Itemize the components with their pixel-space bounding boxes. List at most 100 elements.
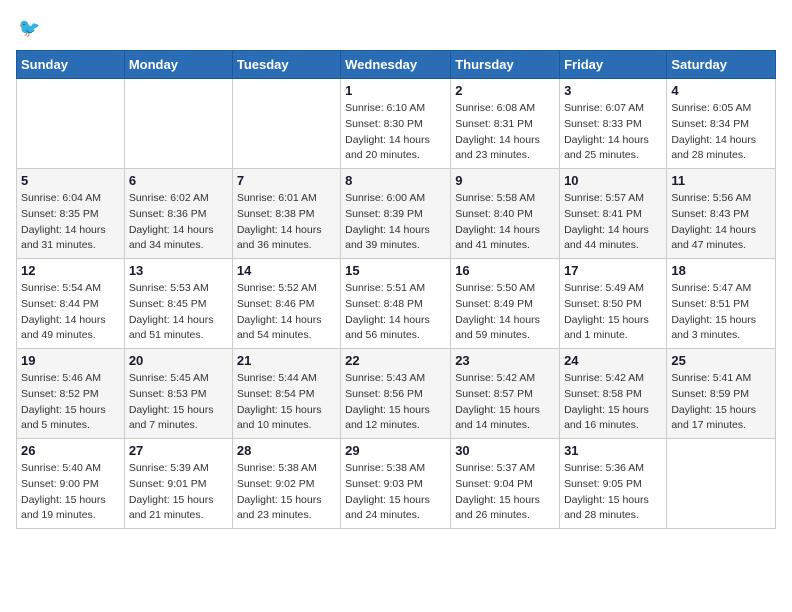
- day-info: Sunrise: 5:49 AM Sunset: 8:50 PM Dayligh…: [564, 281, 662, 344]
- day-number: 10: [564, 173, 662, 188]
- day-info: Sunrise: 6:02 AM Sunset: 8:36 PM Dayligh…: [129, 191, 228, 254]
- day-number: 4: [671, 83, 771, 98]
- calendar-cell: 12 Sunrise: 5:54 AM Sunset: 8:44 PM Dayli…: [17, 259, 125, 349]
- day-info: Sunrise: 5:39 AM Sunset: 9:01 PM Dayligh…: [129, 461, 228, 524]
- calendar-cell: 20Sunrise: 5:45 AM Sunset: 8:53 PM Dayli…: [124, 349, 232, 439]
- calendar-cell: [17, 79, 125, 169]
- day-info: Sunrise: 6:08 AM Sunset: 8:31 PM Dayligh…: [455, 101, 555, 164]
- day-info: Sunrise: 5:40 AM Sunset: 9:00 PM Dayligh…: [21, 461, 120, 524]
- calendar-cell: 30 Sunrise: 5:37 AM Sunset: 9:04 PM Dayli…: [451, 439, 560, 529]
- day-number: 25: [671, 353, 771, 368]
- calendar-week-row: 19Sunrise: 5:46 AM Sunset: 8:52 PM Dayli…: [17, 349, 776, 439]
- day-info: Sunrise: 5:45 AM Sunset: 8:53 PM Dayligh…: [129, 371, 228, 434]
- day-number: 31: [564, 443, 662, 458]
- day-number: 8: [345, 173, 446, 188]
- day-info: Sunrise: 5:51 AM Sunset: 8:48 PM Dayligh…: [345, 281, 446, 344]
- day-info: Sunrise: 5:52 AM Sunset: 8:46 PM Dayligh…: [237, 281, 336, 344]
- day-info: Sunrise: 5:42 AM Sunset: 8:58 PM Dayligh…: [564, 371, 662, 434]
- calendar-cell: [232, 79, 340, 169]
- day-number: 14: [237, 263, 336, 278]
- calendar-cell: 3 Sunrise: 6:07 AM Sunset: 8:33 PM Daylig…: [560, 79, 667, 169]
- calendar-cell: 19Sunrise: 5:46 AM Sunset: 8:52 PM Dayli…: [17, 349, 125, 439]
- day-number: 23: [455, 353, 555, 368]
- calendar-cell: 29 Sunrise: 5:38 AM Sunset: 9:03 PM Dayli…: [341, 439, 451, 529]
- calendar-cell: 15 Sunrise: 5:51 AM Sunset: 8:48 PM Dayli…: [341, 259, 451, 349]
- calendar-cell: 1 Sunrise: 6:10 AM Sunset: 8:30 PM Daylig…: [341, 79, 451, 169]
- calendar-table: SundayMondayTuesdayWednesdayThursdayFrid…: [16, 50, 776, 529]
- day-info: Sunrise: 6:07 AM Sunset: 8:33 PM Dayligh…: [564, 101, 662, 164]
- day-info: Sunrise: 5:41 AM Sunset: 8:59 PM Dayligh…: [671, 371, 771, 434]
- day-number: 3: [564, 83, 662, 98]
- day-info: Sunrise: 5:38 AM Sunset: 9:02 PM Dayligh…: [237, 461, 336, 524]
- calendar-cell: 21 Sunrise: 5:44 AM Sunset: 8:54 PM Dayli…: [232, 349, 340, 439]
- calendar-day-header: Sunday: [17, 51, 125, 79]
- day-info: Sunrise: 5:53 AM Sunset: 8:45 PM Dayligh…: [129, 281, 228, 344]
- calendar-day-header: Wednesday: [341, 51, 451, 79]
- day-number: 11: [671, 173, 771, 188]
- calendar-cell: 23 Sunrise: 5:42 AM Sunset: 8:57 PM Dayli…: [451, 349, 560, 439]
- calendar-cell: 16 Sunrise: 5:50 AM Sunset: 8:49 PM Dayli…: [451, 259, 560, 349]
- calendar-cell: 14 Sunrise: 5:52 AM Sunset: 8:46 PM Dayli…: [232, 259, 340, 349]
- day-info: Sunrise: 5:54 AM Sunset: 8:44 PM Dayligh…: [21, 281, 120, 344]
- page-header: 🐦: [16, 16, 776, 38]
- day-number: 12: [21, 263, 120, 278]
- day-info: Sunrise: 5:43 AM Sunset: 8:56 PM Dayligh…: [345, 371, 446, 434]
- day-info: Sunrise: 5:58 AM Sunset: 8:40 PM Dayligh…: [455, 191, 555, 254]
- day-info: Sunrise: 6:00 AM Sunset: 8:39 PM Dayligh…: [345, 191, 446, 254]
- calendar-cell: 28Sunrise: 5:38 AM Sunset: 9:02 PM Dayli…: [232, 439, 340, 529]
- day-number: 15: [345, 263, 446, 278]
- calendar-day-header: Tuesday: [232, 51, 340, 79]
- calendar-cell: 18Sunrise: 5:47 AM Sunset: 8:51 PM Dayli…: [667, 259, 776, 349]
- calendar-week-row: 12 Sunrise: 5:54 AM Sunset: 8:44 PM Dayli…: [17, 259, 776, 349]
- day-number: 1: [345, 83, 446, 98]
- day-info: Sunrise: 5:57 AM Sunset: 8:41 PM Dayligh…: [564, 191, 662, 254]
- calendar-cell: 17Sunrise: 5:49 AM Sunset: 8:50 PM Dayli…: [560, 259, 667, 349]
- calendar-cell: [124, 79, 232, 169]
- day-number: 30: [455, 443, 555, 458]
- calendar-cell: [667, 439, 776, 529]
- day-number: 16: [455, 263, 555, 278]
- calendar-cell: 6 Sunrise: 6:02 AM Sunset: 8:36 PM Daylig…: [124, 169, 232, 259]
- day-info: Sunrise: 6:04 AM Sunset: 8:35 PM Dayligh…: [21, 191, 120, 254]
- calendar-cell: 11 Sunrise: 5:56 AM Sunset: 8:43 PM Dayli…: [667, 169, 776, 259]
- day-info: Sunrise: 5:36 AM Sunset: 9:05 PM Dayligh…: [564, 461, 662, 524]
- day-number: 26: [21, 443, 120, 458]
- day-number: 24: [564, 353, 662, 368]
- day-number: 29: [345, 443, 446, 458]
- calendar-header-row: SundayMondayTuesdayWednesdayThursdayFrid…: [17, 51, 776, 79]
- day-number: 19: [21, 353, 120, 368]
- calendar-cell: 24 Sunrise: 5:42 AM Sunset: 8:58 PM Dayli…: [560, 349, 667, 439]
- day-number: 6: [129, 173, 228, 188]
- calendar-week-row: 26 Sunrise: 5:40 AM Sunset: 9:00 PM Dayli…: [17, 439, 776, 529]
- calendar-day-header: Saturday: [667, 51, 776, 79]
- logo-bird-icon: 🐦: [18, 19, 40, 37]
- logo: 🐦: [16, 16, 40, 38]
- logo-text: 🐦: [16, 16, 40, 38]
- day-info: Sunrise: 5:38 AM Sunset: 9:03 PM Dayligh…: [345, 461, 446, 524]
- calendar-day-header: Thursday: [451, 51, 560, 79]
- calendar-day-header: Monday: [124, 51, 232, 79]
- day-number: 21: [237, 353, 336, 368]
- day-number: 13: [129, 263, 228, 278]
- day-info: Sunrise: 6:01 AM Sunset: 8:38 PM Dayligh…: [237, 191, 336, 254]
- day-number: 18: [671, 263, 771, 278]
- calendar-week-row: 5 Sunrise: 6:04 AM Sunset: 8:35 PM Daylig…: [17, 169, 776, 259]
- day-info: Sunrise: 5:37 AM Sunset: 9:04 PM Dayligh…: [455, 461, 555, 524]
- day-info: Sunrise: 5:56 AM Sunset: 8:43 PM Dayligh…: [671, 191, 771, 254]
- calendar-cell: 8 Sunrise: 6:00 AM Sunset: 8:39 PM Daylig…: [341, 169, 451, 259]
- day-info: Sunrise: 5:44 AM Sunset: 8:54 PM Dayligh…: [237, 371, 336, 434]
- calendar-cell: 2Sunrise: 6:08 AM Sunset: 8:31 PM Daylig…: [451, 79, 560, 169]
- day-number: 5: [21, 173, 120, 188]
- day-number: 22: [345, 353, 446, 368]
- calendar-cell: 27 Sunrise: 5:39 AM Sunset: 9:01 PM Dayli…: [124, 439, 232, 529]
- calendar-cell: 22 Sunrise: 5:43 AM Sunset: 8:56 PM Dayli…: [341, 349, 451, 439]
- day-info: Sunrise: 6:05 AM Sunset: 8:34 PM Dayligh…: [671, 101, 771, 164]
- day-info: Sunrise: 6:10 AM Sunset: 8:30 PM Dayligh…: [345, 101, 446, 164]
- day-number: 27: [129, 443, 228, 458]
- calendar-week-row: 1 Sunrise: 6:10 AM Sunset: 8:30 PM Daylig…: [17, 79, 776, 169]
- calendar-cell: 10 Sunrise: 5:57 AM Sunset: 8:41 PM Dayli…: [560, 169, 667, 259]
- calendar-cell: 13 Sunrise: 5:53 AM Sunset: 8:45 PM Dayli…: [124, 259, 232, 349]
- calendar-cell: 26 Sunrise: 5:40 AM Sunset: 9:00 PM Dayli…: [17, 439, 125, 529]
- day-info: Sunrise: 5:50 AM Sunset: 8:49 PM Dayligh…: [455, 281, 555, 344]
- day-info: Sunrise: 5:42 AM Sunset: 8:57 PM Dayligh…: [455, 371, 555, 434]
